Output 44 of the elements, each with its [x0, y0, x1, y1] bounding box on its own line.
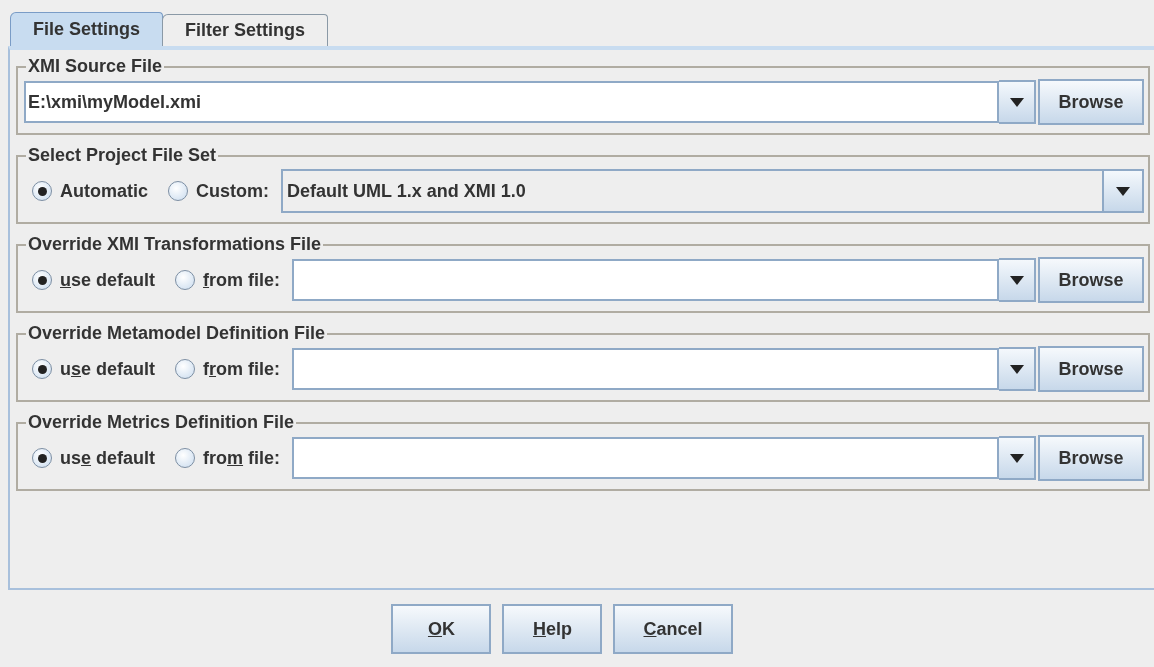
group-title: XMI Source File [27, 56, 164, 77]
radio-label: use default [60, 269, 156, 291]
browse-button[interactable]: Browse [1038, 79, 1144, 125]
group-title: Override Metrics Definition File [27, 412, 296, 433]
radio-button[interactable] [168, 181, 188, 201]
browse-button[interactable]: Browse [1038, 435, 1144, 481]
path-field[interactable] [292, 348, 999, 390]
caret-icon [1009, 275, 1024, 285]
group-title: Override XMI Transformations File [27, 234, 323, 255]
radio-button[interactable] [175, 270, 196, 290]
caret-icon [1116, 186, 1130, 196]
dialog-button[interactable]: Help [502, 604, 603, 654]
tab[interactable]: Filter Settings [162, 14, 329, 46]
caret-icon [1009, 364, 1024, 374]
radio-button[interactable] [32, 181, 52, 201]
radio-label: from file: [203, 358, 281, 380]
browse-button[interactable]: Browse [1038, 346, 1144, 392]
caret-icon [1009, 97, 1024, 107]
path-field[interactable]: E:\xmi\myModel.xmi [24, 81, 999, 123]
radio-label: Automatic [60, 180, 148, 202]
radio-button[interactable] [175, 359, 196, 379]
dialog-button[interactable]: OK [391, 604, 492, 654]
radio-label: from file: [203, 269, 281, 291]
dropdown-button[interactable] [999, 347, 1036, 391]
radio-label: use default [60, 358, 156, 380]
group-title: Override Metamodel Definition File [27, 323, 327, 344]
path-field[interactable] [292, 259, 999, 301]
radio-label: use default [60, 447, 156, 469]
path-field[interactable] [292, 437, 999, 479]
radio-button[interactable] [32, 359, 52, 379]
radio-label: from file: [203, 447, 281, 469]
radio-button[interactable] [32, 448, 52, 468]
radio-button[interactable] [175, 448, 196, 468]
dropdown-button[interactable] [999, 436, 1036, 480]
project-set-dropdown[interactable]: Default UML 1.x and XMI 1.0 [281, 169, 1144, 213]
caret-icon [1009, 453, 1024, 463]
browse-button[interactable]: Browse [1038, 257, 1144, 303]
dropdown-button[interactable] [999, 258, 1036, 302]
tab[interactable]: File Settings [10, 12, 163, 46]
radio-label: Custom: [196, 180, 269, 202]
dialog-button[interactable]: Cancel [613, 604, 733, 654]
group-title: Select Project File Set [27, 145, 218, 166]
radio-button[interactable] [32, 270, 52, 290]
dropdown-button[interactable] [999, 80, 1036, 124]
